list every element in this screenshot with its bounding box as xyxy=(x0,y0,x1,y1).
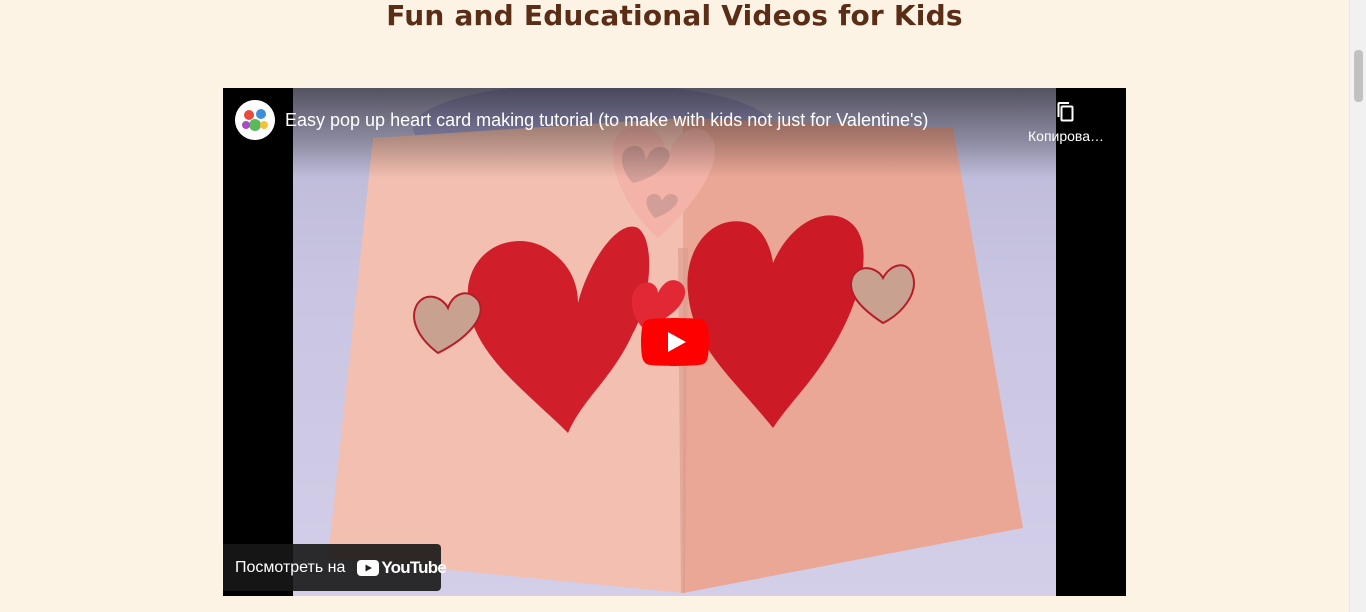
scrollbar-thumb[interactable] xyxy=(1354,50,1363,102)
avatar-icon xyxy=(235,100,275,140)
play-icon xyxy=(641,318,709,366)
youtube-wordmark: YouTube xyxy=(381,557,446,577)
page: Fun and Educational Videos for Kids Easy… xyxy=(0,0,1366,612)
copy-link-icon xyxy=(1057,102,1074,122)
copy-link-label: Копирова… xyxy=(1028,128,1104,144)
play-button[interactable] xyxy=(641,318,709,366)
copy-link-button[interactable]: Копирова… xyxy=(1024,100,1108,144)
youtube-logo-icon xyxy=(357,559,380,576)
section-title: Fun and Educational Videos for Kids xyxy=(386,0,963,32)
watch-on-youtube-button[interactable]: Посмотреть на YouTube xyxy=(223,544,447,591)
page-scrollbar[interactable] xyxy=(1349,0,1366,612)
video-player[interactable]: Easy pop up heart card making tutorial (… xyxy=(223,88,1126,596)
watch-on-label: Посмотреть на xyxy=(235,558,346,576)
video-title[interactable]: Easy pop up heart card making tutorial (… xyxy=(285,108,928,132)
title-bar-gradient xyxy=(223,88,1126,178)
channel-avatar[interactable] xyxy=(235,100,275,140)
youtube-logo: YouTube xyxy=(357,557,447,578)
